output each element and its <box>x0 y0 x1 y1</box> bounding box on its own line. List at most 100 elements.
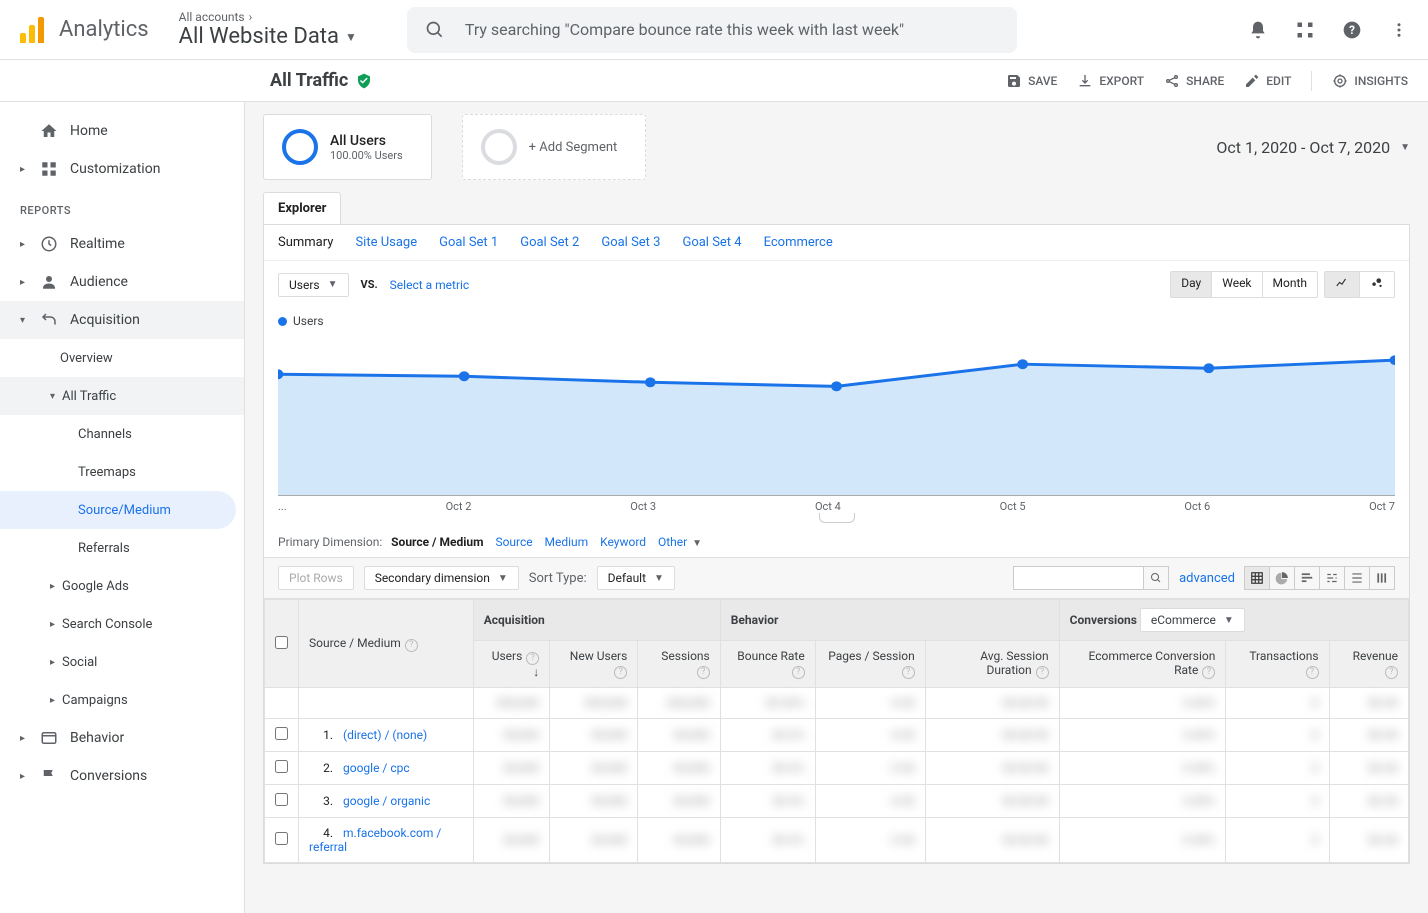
col-bouncerate[interactable]: Bounce Rate? <box>720 641 815 688</box>
period-week[interactable]: Week <box>1211 272 1261 297</box>
chart-type-line-icon[interactable] <box>1325 272 1359 297</box>
segment-all-users[interactable]: All Users 100.00% Users <box>263 114 432 180</box>
sidebar-item-alltraffic[interactable]: ▾All Traffic <box>0 377 244 415</box>
sort-type-label: Sort Type: <box>529 571 587 586</box>
date-range-picker[interactable]: Oct 1, 2020 - Oct 7, 2020▼ <box>1216 138 1410 157</box>
sidebar-item-treemaps[interactable]: Treemaps <box>0 453 244 491</box>
view-table-icon[interactable] <box>1244 566 1270 590</box>
sidebar-reports-header: REPORTS <box>0 188 244 225</box>
notifications-icon[interactable] <box>1248 20 1268 40</box>
view-cloud-icon[interactable] <box>1369 566 1395 590</box>
subtab-ecommerce[interactable]: Ecommerce <box>764 235 833 250</box>
primdim-source[interactable]: Source <box>495 535 532 549</box>
select-metric-link[interactable]: Select a metric <box>390 278 470 292</box>
table-row: 3.google / organic00,00000,00000,00000.0… <box>265 785 1409 818</box>
export-icon <box>1077 73 1093 89</box>
col-transactions[interactable]: Transactions? <box>1226 641 1329 688</box>
select-all-checkbox[interactable] <box>275 636 288 649</box>
col-revenue[interactable]: Revenue? <box>1329 641 1408 688</box>
chart-type-motion-icon[interactable] <box>1359 272 1394 297</box>
subtab-goalset3[interactable]: Goal Set 3 <box>601 235 660 250</box>
primdim-medium[interactable]: Medium <box>545 535 589 549</box>
logo-block[interactable]: Analytics <box>20 17 149 43</box>
edit-button[interactable]: EDIT <box>1244 73 1291 89</box>
sidebar-item-googleads[interactable]: ▸Google Ads <box>0 567 244 605</box>
primdim-keyword[interactable]: Keyword <box>600 535 646 549</box>
view-pie-icon[interactable] <box>1269 566 1295 590</box>
row-checkbox[interactable] <box>275 793 288 806</box>
subtab-siteusage[interactable]: Site Usage <box>355 235 417 250</box>
subtab-goalset1[interactable]: Goal Set 1 <box>439 235 498 250</box>
period-day[interactable]: Day <box>1171 272 1211 297</box>
share-button[interactable]: SHARE <box>1164 73 1224 89</box>
view-comparison-icon[interactable] <box>1319 566 1345 590</box>
sidebar-item-realtime[interactable]: ▸Realtime <box>0 225 244 263</box>
primdim-sourcemedium[interactable]: Source / Medium <box>391 535 483 549</box>
data-table: Source / Medium? Acquisition Behavior Co… <box>264 599 1409 863</box>
col-avgsessionduration[interactable]: Avg. Session Duration? <box>925 641 1059 688</box>
view-pivot-icon[interactable] <box>1344 566 1370 590</box>
sidebar-item-social[interactable]: ▸Social <box>0 643 244 681</box>
chart-expand-handle[interactable] <box>819 513 855 523</box>
table-search-input[interactable] <box>1013 566 1143 590</box>
sidebar-item-searchconsole[interactable]: ▸Search Console <box>0 605 244 643</box>
col-users[interactable]: Users? ↓ <box>473 641 550 688</box>
more-icon[interactable] <box>1390 21 1408 39</box>
col-sessions[interactable]: Sessions? <box>638 641 720 688</box>
sidebar-item-campaigns[interactable]: ▸Campaigns <box>0 681 244 719</box>
help-icon[interactable]: ? <box>1342 20 1362 40</box>
subtab-goalset2[interactable]: Goal Set 2 <box>520 235 579 250</box>
add-segment-button[interactable]: + Add Segment <box>462 114 647 180</box>
row-checkbox[interactable] <box>275 760 288 773</box>
sidebar-item-acq-overview[interactable]: Overview <box>0 339 244 377</box>
row-checkbox[interactable] <box>275 832 288 845</box>
conversions-selector[interactable]: eCommerce▼ <box>1140 608 1245 632</box>
source-medium-link[interactable]: (direct) / (none) <box>343 728 427 742</box>
table-search-button[interactable] <box>1143 566 1169 590</box>
sidebar-item-customization[interactable]: ▸Customization <box>0 150 244 188</box>
account-selector[interactable]: All accounts› All Website Data▼ <box>179 10 357 49</box>
home-icon <box>40 122 58 140</box>
table-totals-row: 000,000000,000000,000 00.00%0.0000:00:00… <box>265 688 1409 719</box>
subtab-goalset4[interactable]: Goal Set 4 <box>682 235 741 250</box>
tab-explorer[interactable]: Explorer <box>263 192 341 224</box>
advanced-link[interactable]: advanced <box>1179 571 1235 586</box>
sidebar-item-channels[interactable]: Channels <box>0 415 244 453</box>
period-month[interactable]: Month <box>1262 272 1317 297</box>
sidebar-item-sourcemedium[interactable]: Source/Medium <box>0 491 236 529</box>
sidebar-item-audience[interactable]: ▸Audience <box>0 263 244 301</box>
primdim-other[interactable]: Other ▼ <box>658 535 702 549</box>
row-checkbox[interactable] <box>275 727 288 740</box>
share-icon <box>1164 73 1180 89</box>
plot-rows-button[interactable]: Plot Rows <box>278 566 354 590</box>
chart-legend-dot <box>278 317 287 326</box>
chart-xaxis: ... Oct 2 Oct 3 Oct 4 Oct 5 Oct 6 Oct 7 <box>278 496 1395 513</box>
sidebar-item-home[interactable]: ▸Home <box>0 112 244 150</box>
line-chart <box>278 334 1395 496</box>
col-newusers[interactable]: New Users? <box>550 641 638 688</box>
source-medium-link[interactable]: google / cpc <box>343 761 410 775</box>
view-bar-icon[interactable] <box>1294 566 1320 590</box>
source-medium-link[interactable]: google / organic <box>343 794 430 808</box>
insights-button[interactable]: INSIGHTS <box>1332 73 1408 89</box>
person-icon <box>40 273 58 291</box>
search-placeholder: Try searching "Compare bounce rate this … <box>465 20 904 39</box>
search-bar[interactable]: Try searching "Compare bounce rate this … <box>407 7 1017 53</box>
account-breadcrumb: All accounts <box>179 10 245 24</box>
apps-icon[interactable] <box>1296 21 1314 39</box>
page-toolbar: All Traffic SAVE EXPORT SHARE EDIT INSIG… <box>0 60 1428 102</box>
metric-selector[interactable]: Users▼ <box>278 273 349 297</box>
sidebar-item-behavior[interactable]: ▸Behavior <box>0 719 244 757</box>
sidebar-item-conversions[interactable]: ▸Conversions <box>0 757 244 795</box>
col-ecommerceconvrate[interactable]: Ecommerce Conversion Rate? <box>1059 641 1226 688</box>
search-icon <box>425 20 445 40</box>
secondary-dimension-button[interactable]: Secondary dimension▼ <box>364 566 519 590</box>
sidebar-item-acquisition[interactable]: ▾Acquisition <box>0 301 244 339</box>
sort-type-selector[interactable]: Default▼ <box>597 566 675 590</box>
col-pagespersession[interactable]: Pages / Session? <box>815 641 925 688</box>
subtab-summary[interactable]: Summary <box>278 235 333 250</box>
sidebar-item-referrals[interactable]: Referrals <box>0 529 244 567</box>
save-button[interactable]: SAVE <box>1006 73 1057 89</box>
sidebar: ▸Home ▸Customization REPORTS ▸Realtime ▸… <box>0 102 245 913</box>
export-button[interactable]: EXPORT <box>1077 73 1144 89</box>
